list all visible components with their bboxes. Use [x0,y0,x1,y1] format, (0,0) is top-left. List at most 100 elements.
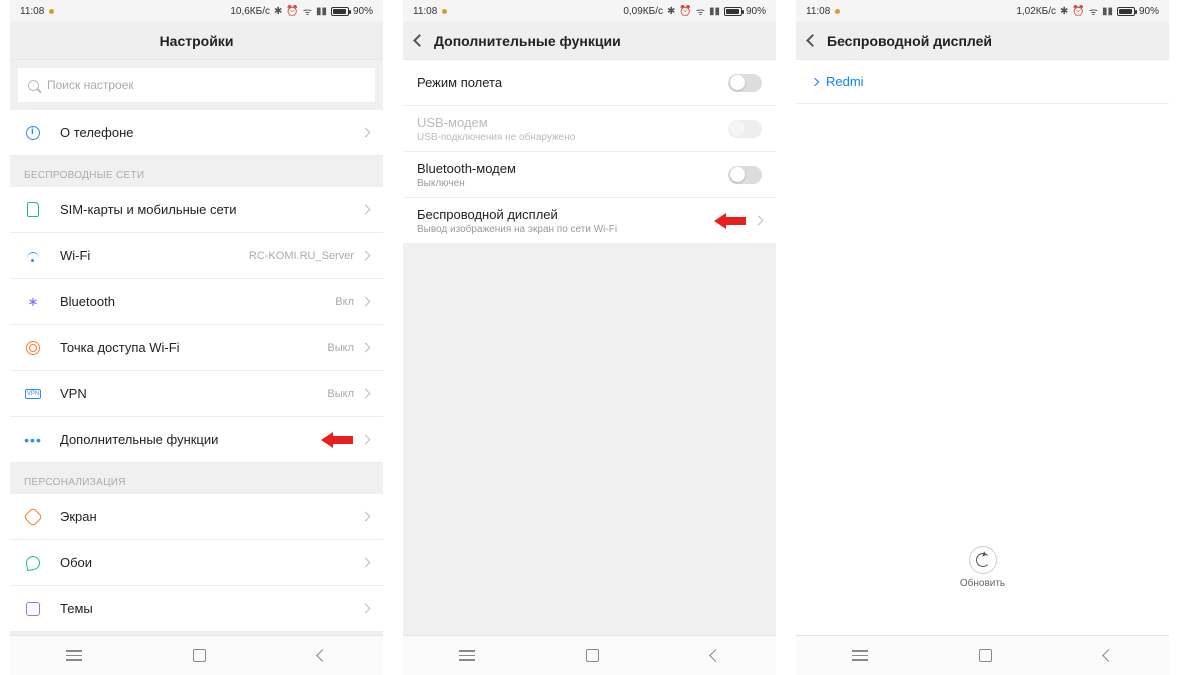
row-hotspot[interactable]: Точка доступа Wi-Fi Выкл [10,325,383,371]
signal-icon: ▮▮ [1102,6,1113,17]
wifi-icon [24,247,42,265]
notification-dot-icon [442,9,447,14]
nav-back-button[interactable] [316,649,329,662]
status-net-speed: 1,02КБ/с [1016,6,1056,17]
row-additional-functions[interactable]: ••• Дополнительные функции [10,417,383,463]
row-label: Bluetooth-модем [417,161,728,176]
back-button[interactable] [413,34,426,47]
row-label: Точка доступа Wi-Fi [60,340,327,355]
nav-home-button[interactable] [193,649,206,662]
vpn-icon: VPN [24,385,42,403]
refresh-label: Обновить [960,578,1005,589]
row-bluetooth-tether[interactable]: Bluetooth-модем Выключен [403,152,776,198]
signal-icon: ▮▮ [316,6,327,17]
red-arrow-callout-icon [714,213,748,229]
row-wallpaper[interactable]: Обои [10,540,383,586]
nav-back-button[interactable] [709,649,722,662]
bluetooth-icon: ∗ [24,293,42,311]
refresh-section: Обновить [796,546,1169,589]
chevron-right-icon [361,343,371,353]
row-label: Экран [60,509,362,524]
refresh-icon [976,553,990,567]
nav-bar [796,635,1169,675]
sim-icon [24,201,42,219]
status-battery-pct: 90% [1139,6,1159,17]
status-bar: 11:08 1,02КБ/с ✱ ⏰ ᯤ ▮▮ 90% [796,0,1169,22]
airplane-toggle[interactable] [728,74,762,92]
status-bar: 11:08 0,09КБ/с ✱ ⏰ ᯤ ▮▮ 90% [403,0,776,22]
search-icon [28,80,39,91]
nav-back-button[interactable] [1102,649,1115,662]
nav-recent-button[interactable] [459,650,475,661]
battery-icon [724,7,742,16]
themes-icon [24,600,42,618]
row-sublabel: USB-подключения не обнаружено [417,132,728,143]
page-title: Беспроводной дисплей [827,33,992,49]
device-name: Redmi [826,74,864,89]
wifi-icon: ᯤ [1089,4,1098,18]
chevron-right-icon [361,297,371,307]
nav-home-button[interactable] [586,649,599,662]
row-bluetooth[interactable]: ∗ Bluetooth Вкл [10,279,383,325]
chevron-right-icon [361,389,371,399]
bluetooth-icon: ✱ [1060,6,1068,17]
row-airplane-mode[interactable]: Режим полета [403,60,776,106]
notification-dot-icon [835,9,840,14]
status-time: 11:08 [806,6,830,17]
chevron-right-icon [361,558,371,568]
search-input[interactable]: Поиск настроек [18,68,375,102]
row-about-phone[interactable]: О телефоне [10,110,383,156]
row-wireless-display[interactable]: Беспроводной дисплей Вывод изображения н… [403,198,776,244]
row-vpn[interactable]: VPN VPN Выкл [10,371,383,417]
row-usb-tether: USB-модем USB-подключения не обнаружено [403,106,776,152]
row-value: RC-KOMI.RU_Server [249,250,354,262]
row-wifi[interactable]: Wi-Fi RC-KOMI.RU_Server [10,233,383,279]
phone-wireless-display: 11:08 1,02КБ/с ✱ ⏰ ᯤ ▮▮ 90% Беспроводной… [796,0,1169,675]
row-sublabel: Вывод изображения на экран по сети Wi-Fi [417,224,755,235]
hotspot-icon [24,339,42,357]
row-label: USB-модем [417,115,728,130]
row-themes[interactable]: Темы [10,586,383,632]
status-battery-pct: 90% [746,6,766,17]
nav-bar [10,635,383,675]
back-button[interactable] [806,34,819,47]
device-redmi[interactable]: Redmi [796,60,1169,104]
row-label: Bluetooth [60,294,335,309]
row-label: Беспроводной дисплей [417,207,755,222]
more-icon: ••• [24,431,42,449]
content-area: Режим полета USB-модем USB-подключения н… [403,60,776,635]
row-value: Вкл [335,296,354,308]
row-label: Режим полета [417,75,728,90]
wifi-icon: ᯤ [303,4,312,18]
display-icon [24,508,42,526]
page-title: Дополнительные функции [434,33,621,49]
chevron-right-icon [361,435,371,445]
bt-tether-toggle[interactable] [728,166,762,184]
page-title: Настройки [160,33,234,49]
row-label: О телефоне [60,125,362,140]
status-bar: 11:08 10,6КБ/с ✱ ⏰ ᯤ ▮▮ 90% [10,0,383,22]
row-label: VPN [60,386,327,401]
battery-icon [1117,7,1135,16]
row-value: Выкл [327,388,354,400]
nav-recent-button[interactable] [66,650,82,661]
phone-additional-functions: 11:08 0,09КБ/с ✱ ⏰ ᯤ ▮▮ 90% Дополнительн… [403,0,776,675]
nav-bar [403,635,776,675]
row-label: Дополнительные функции [60,432,362,447]
chevron-right-icon [361,251,371,261]
row-value: Выкл [327,342,354,354]
chevron-right-icon [361,512,371,522]
row-display[interactable]: Экран [10,494,383,540]
nav-home-button[interactable] [979,649,992,662]
chevron-right-icon [361,604,371,614]
row-sim-networks[interactable]: SIM-карты и мобильные сети [10,187,383,233]
section-personalization: ПЕРСОНАЛИЗАЦИЯ [10,463,383,494]
wifi-icon: ᯤ [696,4,705,18]
refresh-button[interactable] [969,546,997,574]
row-label: Темы [60,601,362,616]
nav-recent-button[interactable] [852,650,868,661]
bluetooth-icon: ✱ [274,6,282,17]
chevron-right-icon [361,128,371,138]
content-area: Redmi Обновить [796,60,1169,635]
titlebar: Дополнительные функции [403,22,776,60]
